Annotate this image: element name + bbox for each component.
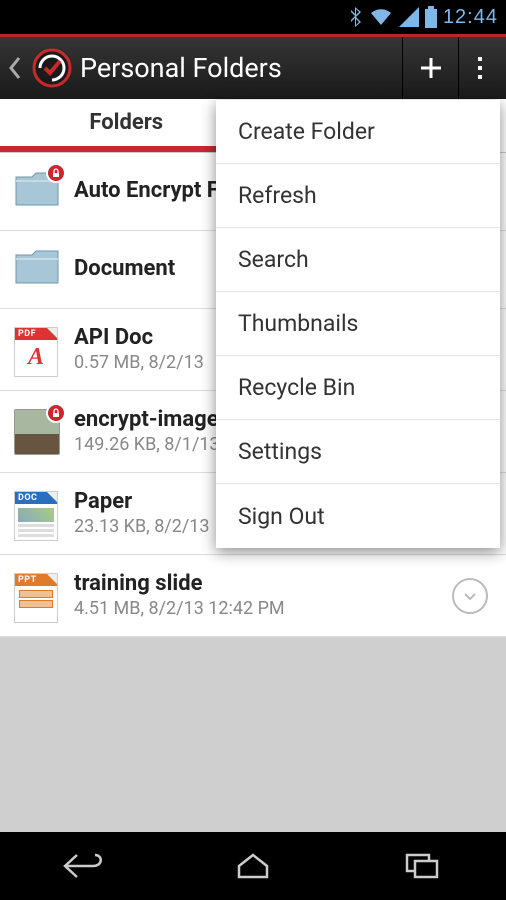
nav-back-button[interactable]	[39, 846, 129, 886]
menu-item-settings[interactable]: Settings	[216, 420, 500, 484]
menu-item-thumbnails[interactable]: Thumbnails	[216, 292, 500, 356]
app-logo-icon[interactable]	[30, 46, 74, 90]
menu-item-label: Settings	[238, 438, 322, 465]
item-name: training slide	[74, 572, 438, 596]
android-nav-bar	[0, 832, 506, 900]
overflow-menu-button[interactable]	[458, 37, 500, 99]
menu-item-label: Refresh	[238, 182, 317, 209]
tab-label: Folders	[89, 110, 163, 135]
add-button[interactable]	[402, 37, 458, 99]
tab-folders[interactable]: Folders	[0, 99, 253, 152]
bluetooth-icon	[349, 6, 363, 28]
menu-item-refresh[interactable]: Refresh	[216, 164, 500, 228]
menu-item-label: Thumbnails	[238, 310, 358, 337]
lock-badge-icon	[46, 163, 66, 183]
signal-icon	[399, 7, 419, 27]
folder-icon	[14, 169, 60, 215]
menu-item-sign-out[interactable]: Sign Out	[216, 484, 500, 548]
item-meta: 4.51 MB, 8/2/13 12:42 PM	[74, 598, 438, 619]
menu-item-create-folder[interactable]: Create Folder	[216, 100, 500, 164]
expand-button[interactable]	[452, 578, 488, 614]
menu-item-label: Sign Out	[238, 503, 325, 530]
status-time: 12:44	[443, 6, 498, 29]
wifi-icon	[369, 7, 393, 27]
image-file-icon	[14, 409, 60, 455]
app-bar: Personal Folders	[0, 37, 506, 99]
overflow-menu: Create Folder Refresh Search Thumbnails …	[216, 100, 500, 548]
menu-item-label: Recycle Bin	[238, 374, 355, 401]
back-chevron-icon[interactable]	[6, 56, 24, 80]
folder-icon	[14, 247, 60, 293]
ppt-file-icon: PPT	[14, 573, 60, 619]
battery-icon	[425, 6, 437, 28]
empty-area	[0, 637, 506, 832]
pdf-file-icon: PDFA	[14, 327, 60, 373]
nav-recents-button[interactable]	[377, 846, 467, 886]
doc-file-icon: DOC	[14, 491, 60, 537]
menu-item-search[interactable]: Search	[216, 228, 500, 292]
lock-badge-icon	[46, 403, 66, 423]
nav-home-button[interactable]	[208, 846, 298, 886]
list-item[interactable]: PPT training slide 4.51 MB, 8/2/13 12:42…	[0, 555, 506, 637]
page-title: Personal Folders	[80, 52, 402, 84]
menu-item-recycle-bin[interactable]: Recycle Bin	[216, 356, 500, 420]
menu-item-label: Create Folder	[238, 118, 375, 145]
android-status-bar: 12:44	[0, 0, 506, 34]
menu-item-label: Search	[238, 246, 309, 273]
